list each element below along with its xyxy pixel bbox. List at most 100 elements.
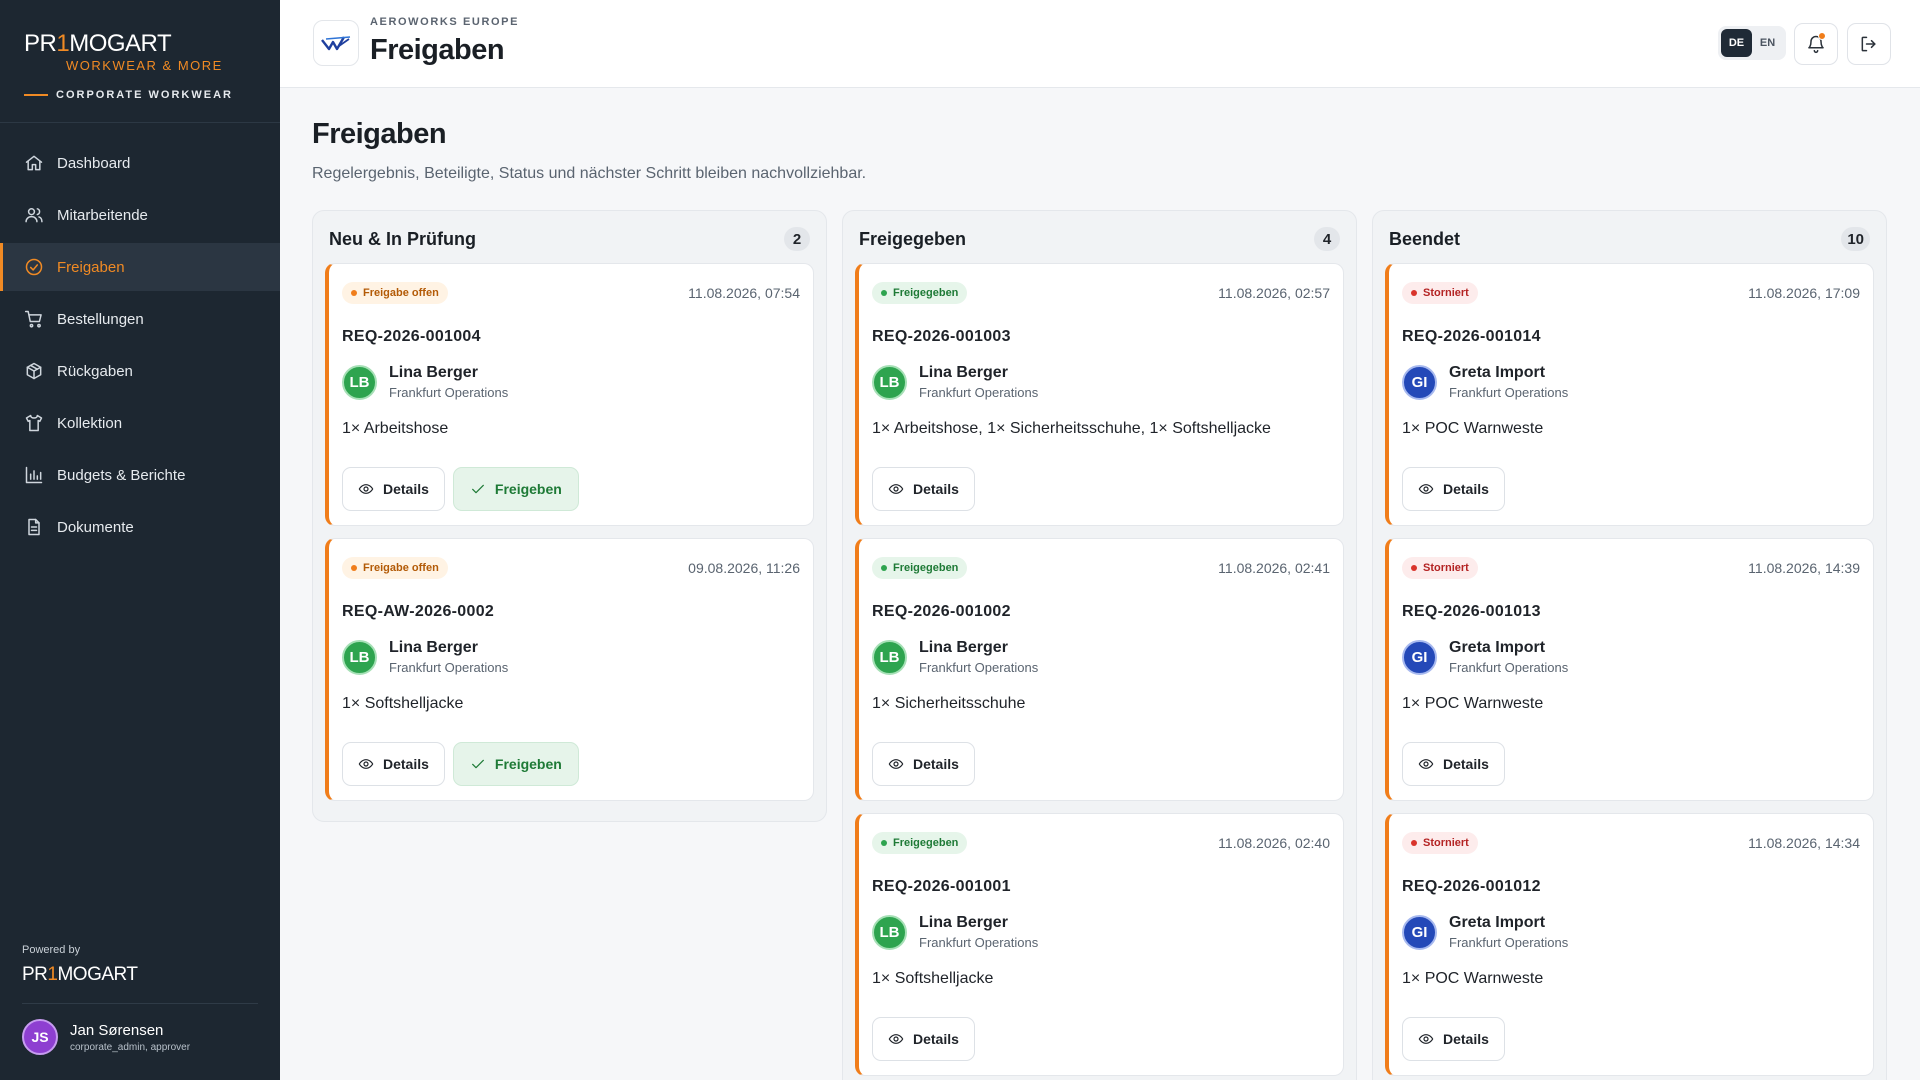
approve-label: Freigeben	[494, 481, 562, 497]
status-badge: Storniert	[1402, 282, 1478, 304]
details-button[interactable]: Details	[1402, 1017, 1505, 1061]
sidebar-item-mitarbeitende[interactable]: Mitarbeitende	[0, 191, 280, 239]
aeroworks-logo-icon	[321, 36, 351, 51]
brand-logo-suffix: MOGART	[69, 30, 172, 57]
status-dot	[1411, 840, 1417, 846]
card-date: 11.08.2026, 07:54	[688, 285, 800, 301]
column-header: Freigegeben 4	[855, 211, 1344, 263]
logout-button[interactable]	[1847, 23, 1891, 65]
requester-info: Greta Import Frankfurt Operations	[1449, 639, 1568, 675]
package-return-icon	[26, 362, 42, 380]
details-label: Details	[913, 1031, 959, 1047]
request-card[interactable]: Storniert 11.08.2026, 14:34 REQ-2026-00101…	[1385, 813, 1874, 1076]
request-items: 1× Arbeitshose	[342, 420, 449, 437]
sidebar-item-budgets-berichte[interactable]: Budgets & Berichte	[0, 451, 280, 499]
approve-button[interactable]: Freigeben	[452, 467, 579, 511]
request-card[interactable]: Freigabe offen 11.08.2026, 07:54 REQ-2026-…	[325, 263, 814, 526]
request-id: REQ-2026-001004	[342, 328, 481, 345]
request-items: 1× POC Warnweste	[1402, 970, 1544, 987]
approve-label: Freigeben	[494, 756, 562, 772]
requester: LB Lina Berger Frankfurt Operations	[872, 364, 1330, 400]
sidebar-nav: Dashboard Mitarbeitende Freigaben Bestellun…	[0, 139, 280, 551]
user-profile[interactable]: JS Jan Sørensen corporate_admin, approve…	[22, 1019, 190, 1055]
requester-info: Lina Berger Frankfurt Operations	[389, 639, 508, 675]
sidebar-item-label: Rückgaben	[57, 362, 133, 380]
request-card[interactable]: Freigabe offen 09.08.2026, 11:26 REQ-AW-20…	[325, 538, 814, 801]
sidebar-item-bestellungen[interactable]: Bestellungen	[0, 295, 280, 343]
request-id: REQ-2026-001003	[872, 328, 1011, 345]
approve-button[interactable]: Freigeben	[452, 742, 579, 786]
sidebar-item-rückgaben[interactable]: Rückgaben	[0, 347, 280, 395]
sidebar-item-label: Freigaben	[57, 258, 125, 276]
powered-logo-suffix: MOGART	[57, 964, 138, 985]
details-label: Details	[913, 756, 959, 772]
user-info: Jan Sørensen corporate_admin, approver	[70, 1022, 190, 1053]
details-button[interactable]: Details	[342, 467, 445, 511]
requester-info: Lina Berger Frankfurt Operations	[919, 639, 1038, 675]
status-badge: Storniert	[1402, 557, 1478, 579]
card-header: Freigegeben 11.08.2026, 02:41	[872, 555, 1330, 581]
user-divider	[22, 1003, 258, 1004]
column-count-badge: 4	[1314, 227, 1340, 251]
requester-department: Frankfurt Operations	[919, 385, 1039, 400]
request-card[interactable]: Freigegeben 11.08.2026, 02:40 REQ-2026-001…	[855, 813, 1344, 1076]
request-id: REQ-2026-001002	[872, 603, 1011, 620]
request-card[interactable]: Storniert 11.08.2026, 14:39 REQ-2026-00101…	[1385, 538, 1874, 801]
lang-en-button[interactable]: EN	[1752, 29, 1783, 57]
column-header: Beendet 10	[1385, 211, 1874, 263]
status-dot	[881, 840, 887, 846]
requester-department: Frankfurt Operations	[389, 385, 509, 400]
requester-name: Lina Berger	[389, 364, 478, 381]
details-button[interactable]: Details	[342, 742, 445, 786]
eye-icon	[1418, 759, 1434, 769]
status-dot	[881, 290, 887, 296]
details-button[interactable]: Details	[1402, 742, 1505, 786]
users-icon	[25, 208, 43, 223]
sidebar-item-label: Budgets & Berichte	[57, 466, 186, 484]
request-id: REQ-2026-001012	[1402, 878, 1541, 895]
sidebar-item-label: Bestellungen	[57, 310, 144, 328]
request-card[interactable]: Storniert 11.08.2026, 17:09 REQ-2026-00101…	[1385, 263, 1874, 526]
lang-de-button[interactable]: DE	[1721, 29, 1752, 57]
cart-icon	[24, 310, 42, 328]
card-date: 11.08.2026, 14:34	[1748, 835, 1860, 851]
status-label: Storniert	[1423, 287, 1469, 299]
request-id: REQ-2026-001014	[1402, 328, 1541, 345]
brand-tagline: WORKWEAR & MORE	[66, 58, 223, 73]
brand-logo-one: 1	[56, 30, 70, 57]
powered-logo-prefix: PR	[22, 964, 48, 985]
brand-logo-prefix: PR	[24, 30, 57, 57]
sidebar-item-label: Mitarbeitende	[57, 206, 148, 224]
card-date: 11.08.2026, 02:57	[1218, 285, 1330, 301]
sidebar-item-dokumente[interactable]: Dokumente	[0, 503, 280, 551]
brand-subtitle-text: CORPORATE WORKWEAR	[56, 89, 233, 101]
requester: LB Lina Berger Frankfurt Operations	[342, 639, 800, 675]
details-button[interactable]: Details	[872, 467, 975, 511]
status-label: Freigegeben	[893, 287, 959, 299]
brand-logo[interactable]: PR1MOGART	[24, 32, 256, 56]
status-label: Storniert	[1423, 562, 1469, 574]
request-card[interactable]: Freigegeben 11.08.2026, 02:41 REQ-2026-001…	[855, 538, 1344, 801]
card-actions: Details	[872, 467, 975, 511]
brand-accent-line	[24, 94, 48, 96]
details-button[interactable]: Details	[872, 742, 975, 786]
details-button[interactable]: Details	[1402, 467, 1505, 511]
sidebar-item-dashboard[interactable]: Dashboard	[0, 139, 280, 187]
request-items: 1× Softshelljacke	[872, 970, 994, 987]
page-subtitle: Regelergebnis, Beteiligte, Status und nä…	[312, 165, 867, 182]
sidebar-item-kollektion[interactable]: Kollektion	[0, 399, 280, 447]
requester-name: Lina Berger	[919, 364, 1008, 381]
requester-info: Lina Berger Frankfurt Operations	[919, 364, 1038, 400]
details-label: Details	[1443, 756, 1489, 772]
column-count-badge: 2	[784, 227, 810, 251]
avatar: GI	[1402, 914, 1437, 950]
user-avatar: JS	[22, 1019, 58, 1055]
kanban-column: Freigegeben 4 Freigegeben 11.08.2026, 02:57…	[842, 210, 1357, 1080]
notifications-button[interactable]	[1794, 23, 1838, 65]
details-button[interactable]: Details	[872, 1017, 975, 1061]
request-card[interactable]: Freigegeben 11.08.2026, 02:57 REQ-2026-001…	[855, 263, 1344, 526]
column-title: Neu & In Prüfung	[329, 228, 476, 249]
document-icon	[28, 518, 40, 536]
sidebar-item-freigaben[interactable]: Freigaben	[0, 243, 280, 291]
company-logo[interactable]	[313, 20, 359, 66]
